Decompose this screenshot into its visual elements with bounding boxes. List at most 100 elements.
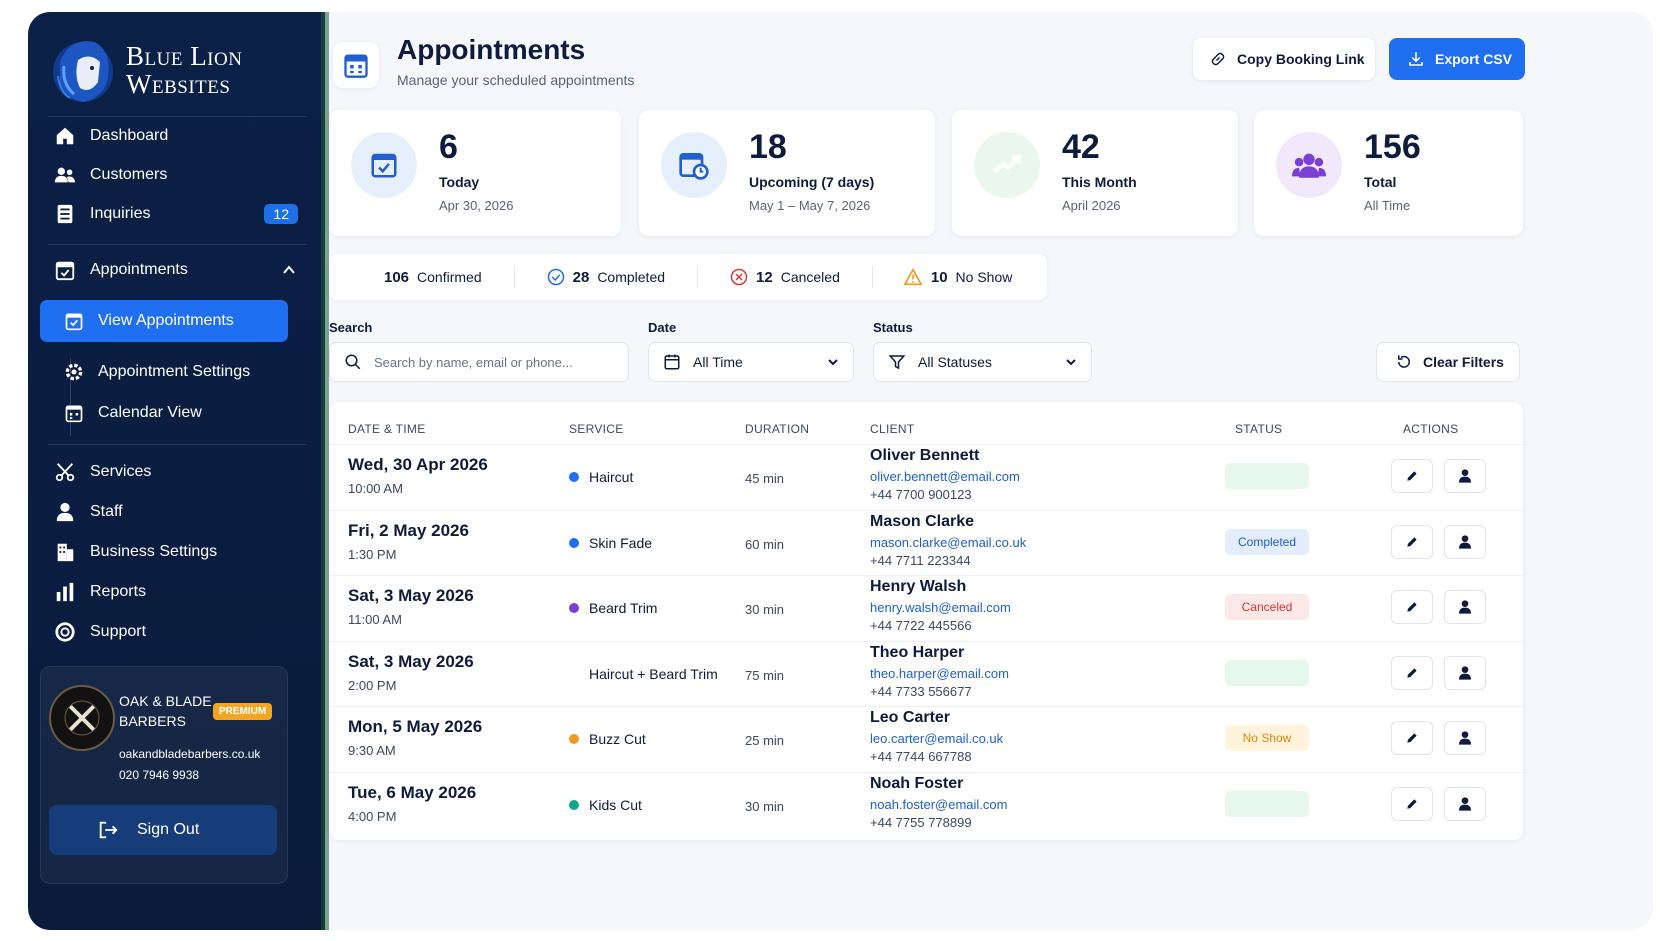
edit-button[interactable] bbox=[1391, 787, 1433, 821]
sidebar-item-inquiries[interactable]: Inquiries 12 bbox=[48, 196, 308, 232]
client-email-link[interactable]: noah.foster@email.com bbox=[870, 797, 1007, 812]
client-email-link[interactable]: mason.clarke@email.co.uk bbox=[870, 535, 1026, 550]
status-filter-select[interactable]: All Statuses bbox=[873, 342, 1092, 382]
table-row[interactable]: Wed, 30 Apr 2026 10:00 AM Haircut 45 min Oli… bbox=[329, 444, 1523, 510]
bar-chart-icon bbox=[56, 582, 74, 602]
check-circle-icon bbox=[547, 268, 564, 286]
sidebar-item-dashboard[interactable]: Dashboard bbox=[48, 118, 308, 154]
service-cell: Haircut + Beard Trim bbox=[569, 666, 718, 682]
sidebar-item-appointment-settings[interactable]: Appointment Settings bbox=[58, 355, 250, 389]
service-name: Kids Cut bbox=[589, 797, 642, 813]
edit-button[interactable] bbox=[1391, 721, 1433, 756]
x-circle-icon bbox=[730, 268, 748, 286]
duration: 30 min bbox=[745, 799, 785, 814]
summary-canceled[interactable]: 12 Canceled bbox=[730, 265, 840, 289]
sidebar-item-business-settings[interactable]: Business Settings bbox=[48, 534, 308, 570]
sign-out-button[interactable]: Sign Out bbox=[49, 805, 277, 855]
search-input[interactable] bbox=[374, 354, 594, 370]
stat-card-total[interactable]: 156 Total All Time bbox=[1254, 110, 1523, 236]
clear-filters-button[interactable]: Clear Filters bbox=[1376, 342, 1520, 382]
main-content: Appointments Manage your scheduled appoi… bbox=[325, 12, 1653, 930]
view-client-button[interactable] bbox=[1444, 524, 1486, 559]
pencil-icon bbox=[1407, 536, 1417, 547]
status-filter-label: Status bbox=[873, 320, 913, 335]
sidebar-item-label: Reports bbox=[90, 583, 147, 600]
person-icon bbox=[1459, 731, 1471, 746]
person-icon bbox=[56, 502, 74, 522]
stat-sub: All Time bbox=[1364, 198, 1411, 213]
edit-button[interactable] bbox=[1391, 524, 1433, 559]
pencil-icon bbox=[1407, 799, 1417, 809]
edit-button[interactable] bbox=[1391, 590, 1433, 625]
view-client-button[interactable] bbox=[1444, 787, 1486, 821]
sidebar-item-appointments[interactable]: Appointments bbox=[48, 252, 308, 288]
summary-label: No Show bbox=[955, 269, 1013, 285]
view-client-button[interactable] bbox=[1444, 590, 1486, 625]
appointment-time: 11:00 AM bbox=[348, 612, 402, 628]
column-header-status[interactable]: STATUS bbox=[1235, 422, 1282, 436]
client-email-link[interactable]: henry.walsh@email.com bbox=[870, 600, 1011, 615]
table-row[interactable]: Sat, 3 May 2026 2:00 PM Haircut + Beard Tr… bbox=[329, 640, 1523, 707]
service-cell: Kids Cut bbox=[569, 797, 642, 813]
client-phone: +44 7711 223344 bbox=[870, 552, 971, 568]
table-row[interactable]: Tue, 6 May 2026 4:00 PM Kids Cut 30 min Noah… bbox=[329, 772, 1523, 838]
client-email-link[interactable]: oliver.bennett@email.com bbox=[870, 469, 1020, 484]
status-badge: Confirmed bbox=[1225, 659, 1309, 686]
summary-completed[interactable]: 28 Completed bbox=[547, 265, 665, 289]
appointment-time: 1:30 PM bbox=[348, 546, 397, 562]
view-client-button[interactable] bbox=[1444, 459, 1486, 493]
view-client-button[interactable] bbox=[1444, 655, 1486, 690]
table-row[interactable]: Fri, 2 May 2026 1:30 PM Skin Fade 60 min Mas… bbox=[329, 509, 1523, 576]
sidebar-item-services[interactable]: Services bbox=[48, 454, 308, 490]
date-filter-select[interactable]: All Time bbox=[648, 342, 854, 382]
sidebar-item-label: Staff bbox=[90, 503, 123, 520]
column-header-date[interactable]: DATE & TIME bbox=[348, 422, 426, 436]
copy-booking-link-button[interactable]: Copy Booking Link bbox=[1193, 38, 1375, 80]
brand-logo-block[interactable]: Blue Lion Websites bbox=[50, 28, 300, 112]
export-csv-button[interactable]: Export CSV bbox=[1389, 38, 1525, 80]
chevron-down-icon bbox=[828, 359, 838, 366]
summary-count: 106 bbox=[384, 268, 410, 286]
sidebar-item-support[interactable]: Support bbox=[48, 614, 308, 650]
download-icon bbox=[1409, 52, 1423, 66]
sidebar-item-staff[interactable]: Staff bbox=[48, 494, 308, 530]
column-header-client[interactable]: CLIENT bbox=[870, 422, 914, 436]
search-label: Search bbox=[329, 320, 373, 335]
summary-no-show[interactable]: 10 No Show bbox=[903, 265, 1013, 289]
edit-button[interactable] bbox=[1391, 459, 1433, 493]
column-header-service[interactable]: SERVICE bbox=[569, 422, 624, 436]
search-icon bbox=[345, 354, 361, 370]
stat-card-this-month[interactable]: 42 This Month April 2026 bbox=[952, 110, 1238, 236]
stat-card-today[interactable]: 6 Today Apr 30, 2026 bbox=[329, 110, 621, 236]
summary-divider bbox=[697, 266, 699, 288]
client-name: Henry Walsh bbox=[870, 578, 967, 596]
service-cell: Haircut bbox=[569, 469, 633, 485]
service-cell: Skin Fade bbox=[569, 535, 652, 551]
chevron-up-icon[interactable] bbox=[282, 263, 296, 277]
edit-button[interactable] bbox=[1391, 655, 1433, 690]
status-badge: Confirmed bbox=[1225, 463, 1309, 489]
stat-card-upcoming[interactable]: 18 Upcoming (7 days) May 1 – May 7, 2026 bbox=[639, 110, 935, 236]
duration: 45 min bbox=[745, 471, 785, 486]
sidebar-item-reports[interactable]: Reports bbox=[48, 574, 308, 610]
table-row[interactable]: Mon, 5 May 2026 9:30 AM Buzz Cut 25 min Leo … bbox=[329, 706, 1523, 772]
table-row[interactable]: Sat, 3 May 2026 11:00 AM Beard Trim 30 min H… bbox=[329, 575, 1523, 641]
sidebar-subitem-label: View Appointments bbox=[98, 312, 234, 329]
status-badge: No Show bbox=[1225, 725, 1309, 752]
service-color-dot bbox=[569, 800, 579, 810]
sidebar-item-view-appointments[interactable]: View Appointments bbox=[40, 300, 288, 342]
status-badge: Confirmed bbox=[1225, 791, 1309, 817]
sidebar-item-label: Services bbox=[90, 463, 152, 480]
summary-confirmed[interactable]: 106 Confirmed bbox=[384, 265, 482, 289]
client-email-link[interactable]: theo.harper@email.com bbox=[870, 666, 1009, 681]
appointment-time: 10:00 AM bbox=[348, 481, 403, 496]
sidebar-item-calendar-view[interactable]: Calendar View bbox=[58, 396, 202, 430]
client-email-link[interactable]: leo.carter@email.co.uk bbox=[870, 731, 1003, 746]
group-icon bbox=[1292, 153, 1326, 178]
crossed-razors-icon bbox=[64, 700, 100, 736]
stat-sub: May 1 – May 7, 2026 bbox=[749, 198, 871, 213]
view-client-button[interactable] bbox=[1444, 721, 1486, 756]
column-header-duration[interactable]: DURATION bbox=[745, 422, 809, 436]
sidebar-item-customers[interactable]: Customers bbox=[48, 157, 308, 193]
search-field[interactable] bbox=[329, 342, 629, 382]
